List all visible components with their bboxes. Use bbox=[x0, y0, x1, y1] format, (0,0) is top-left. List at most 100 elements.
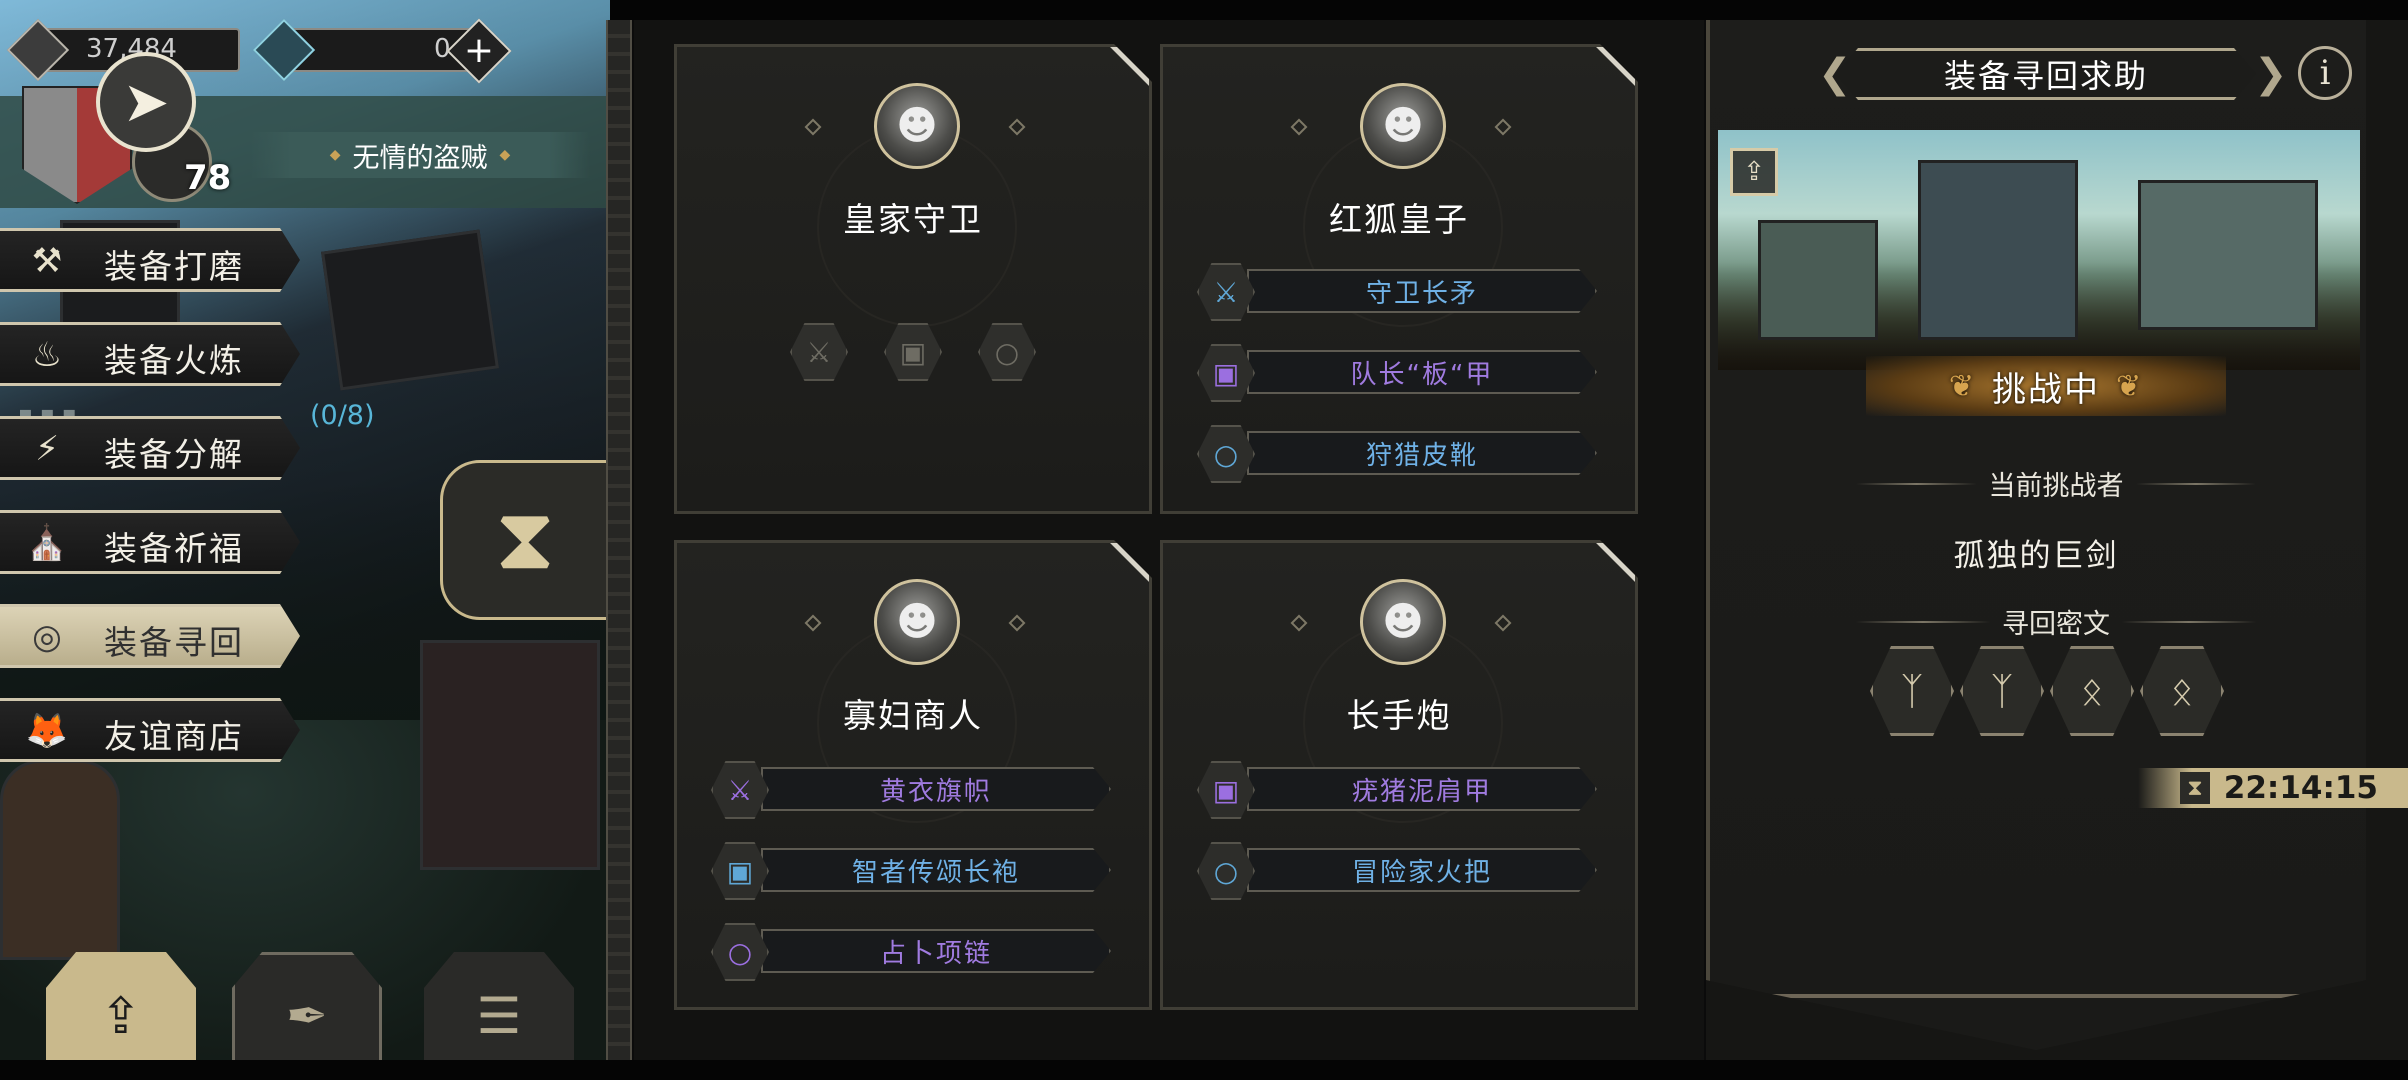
menu-item-label: 装备分解 bbox=[104, 435, 244, 474]
event-button[interactable]: ⧗ bbox=[440, 460, 610, 620]
list-item[interactable]: ○ 狩猎皮靴 bbox=[1197, 425, 1597, 483]
boss-card[interactable]: ☻ 长手炮 ▣ 疣猪泥肩甲 ○ 冒险家火把 bbox=[1160, 540, 1638, 1010]
item-list: ▣ 疣猪泥肩甲 ○ 冒险家火把 bbox=[1197, 761, 1597, 927]
player-title: 无情的盗贼 bbox=[250, 132, 590, 178]
sword-icon: ⚔ bbox=[711, 761, 769, 819]
stage-image[interactable] bbox=[1718, 130, 2360, 370]
list-item[interactable]: ⚔ 守卫长矛 bbox=[1197, 263, 1597, 321]
chevron-right-icon: ❯ bbox=[2254, 51, 2288, 97]
runes-heading-label: 寻回密文 bbox=[2002, 609, 2110, 640]
challenger-name: 孤独的巨剑 bbox=[1953, 538, 2119, 574]
menu-item-label: 装备打磨 bbox=[104, 247, 244, 286]
split-icon: ⚡ bbox=[35, 429, 59, 469]
rune-b-icon[interactable]: ᛟ bbox=[2140, 646, 2224, 736]
boss-name: 长手炮 bbox=[1346, 696, 1452, 735]
pray-icon: ⛪ bbox=[25, 523, 69, 563]
fox-icon: 🦊 bbox=[25, 711, 69, 751]
side-menu: ⚒ 装备打磨 ♨ 装备火炼 ⚡ 装备分解 ⛪ 装备祈福 ◎ 装备寻回 🦊 友谊商… bbox=[0, 228, 310, 792]
list-item[interactable]: ▣ 智者传颂长袍 bbox=[711, 842, 1111, 900]
sword-icon: ⚔ bbox=[1197, 263, 1255, 321]
boss-name: 红狐皇子 bbox=[1329, 200, 1469, 239]
retrieve-help-panel: ❮ 装备寻回求助 ❯ i ⇪ 挑战中 当前挑战者 孤独的巨剑 寻回密文 ᛉ ᛉ … bbox=[1706, 20, 2408, 1060]
countdown-value: 22:14:15 bbox=[2223, 770, 2378, 806]
fire-icon: ♨ bbox=[31, 335, 63, 375]
ring-icon: ○ bbox=[1197, 425, 1255, 483]
bottom-letterbox bbox=[0, 1060, 2408, 1080]
challenger-heading-label: 当前挑战者 bbox=[1988, 471, 2124, 502]
challenger-heading: 当前挑战者 bbox=[1856, 464, 2256, 503]
info-button[interactable]: i bbox=[2298, 46, 2352, 100]
scene-cart bbox=[420, 640, 600, 870]
menu-item-label: 装备火炼 bbox=[104, 341, 244, 380]
hammer-icon: ⚒ bbox=[31, 241, 63, 281]
item-list: ⚔ 黄衣旗帜 ▣ 智者传颂长袍 ○ 占卜项链 bbox=[711, 761, 1111, 1008]
panel-title: 装备寻回求助 bbox=[1836, 48, 2256, 100]
page-corner-icon bbox=[1101, 47, 1149, 95]
menu-item-label: 装备寻回 bbox=[104, 623, 244, 662]
boss-portrait: ☻ bbox=[874, 579, 960, 665]
sword-icon: ⚔ bbox=[790, 323, 848, 381]
challenge-status: 挑战中 bbox=[1866, 356, 2226, 416]
town-scene: 37,484 0 + 78 ➤ 无情的盗贼 ▪ ▪ ▪ ⚒ 装备打磨 ♨ 装备火… bbox=[0, 0, 610, 1080]
item-label: 冒险家火把 bbox=[1247, 848, 1597, 892]
item-label: 队长“板“甲 bbox=[1247, 350, 1597, 394]
rune-b-icon[interactable]: ᛟ bbox=[2050, 646, 2134, 736]
list-item[interactable]: ⚔ 黄衣旗帜 bbox=[711, 761, 1111, 819]
boss-card[interactable]: ☻ 寡妇商人 ⚔ 黄衣旗帜 ▣ 智者传颂长袍 ○ 占卜项链 bbox=[674, 540, 1152, 1010]
scene-hut bbox=[321, 229, 499, 391]
menu-item-forge[interactable]: ♨ 装备火炼 bbox=[0, 322, 310, 386]
boss-portrait: ☻ bbox=[1360, 83, 1446, 169]
menu-item-polish[interactable]: ⚒ 装备打磨 bbox=[0, 228, 310, 292]
menu-item-dismantle[interactable]: ⚡ 装备分解 bbox=[0, 416, 310, 480]
boss-card-grid: ☻ 皇家守卫 ⚔ ▣ ○ ☻ 红狐皇子 ⚔ 守卫长矛 ▣ 队长“板“甲 ○ 狩猎… bbox=[634, 20, 1704, 1060]
item-label: 守卫长矛 bbox=[1247, 269, 1597, 313]
armor-icon: ▣ bbox=[884, 323, 942, 381]
arrow-back-icon: ➤ bbox=[122, 69, 170, 135]
boss-card[interactable]: ☻ 红狐皇子 ⚔ 守卫长矛 ▣ 队长“板“甲 ○ 狩猎皮靴 bbox=[1160, 44, 1638, 514]
rune-list: ᛉ ᛉ ᛟ ᛟ bbox=[1870, 646, 2224, 736]
rune-a-icon[interactable]: ᛉ bbox=[1960, 646, 2044, 736]
panel-divider bbox=[606, 20, 632, 1060]
list-item[interactable]: ▣ 队长“板“甲 bbox=[1197, 344, 1597, 402]
menu-item-retrieve[interactable]: ◎ 装备寻回 bbox=[0, 604, 310, 668]
countdown-timer: ⧗ 22:14:15 bbox=[2138, 768, 2408, 808]
rune-a-icon[interactable]: ᛉ bbox=[1870, 646, 1954, 736]
ring-icon: ○ bbox=[1197, 842, 1255, 900]
hourglass-icon: ⧗ bbox=[494, 489, 556, 589]
item-label: 黄衣旗帜 bbox=[761, 767, 1111, 811]
armor-icon: ▣ bbox=[1197, 344, 1255, 402]
ring-icon: ○ bbox=[711, 923, 769, 981]
page-corner-icon bbox=[1101, 543, 1149, 591]
target-icon: ◎ bbox=[32, 617, 62, 657]
item-list: ⚔ 守卫长矛 ▣ 队长“板“甲 ○ 狩猎皮靴 bbox=[1197, 263, 1597, 510]
runes-heading: 寻回密文 bbox=[1856, 602, 2256, 641]
share-icon[interactable]: ⇪ bbox=[1730, 148, 1778, 196]
boss-name: 寡妇商人 bbox=[843, 696, 983, 735]
plus-icon: + bbox=[463, 30, 495, 71]
menu-item-shop[interactable]: 🦊 友谊商店 bbox=[0, 698, 310, 762]
dismantle-progress: (0/8) bbox=[310, 400, 375, 431]
boss-card[interactable]: ☻ 皇家守卫 ⚔ ▣ ○ bbox=[674, 44, 1152, 514]
item-label: 狩猎皮靴 bbox=[1247, 431, 1597, 475]
list-item[interactable]: ▣ 疣猪泥肩甲 bbox=[1197, 761, 1597, 819]
list-icon: ☰ bbox=[476, 987, 522, 1045]
player-level: 78 bbox=[184, 158, 232, 198]
menu-item-label: 友谊商店 bbox=[104, 717, 244, 756]
item-label: 疣猪泥肩甲 bbox=[1247, 767, 1597, 811]
item-label: 占卜项链 bbox=[761, 929, 1111, 973]
armor-icon: ▣ bbox=[711, 842, 769, 900]
menu-item-bless[interactable]: ⛪ 装备祈福 bbox=[0, 510, 310, 574]
boss-portrait: ☻ bbox=[1360, 579, 1446, 665]
boss-name: 皇家守卫 bbox=[843, 200, 983, 239]
empty-slots: ⚔ ▣ ○ bbox=[677, 323, 1149, 381]
boss-portrait: ☻ bbox=[874, 83, 960, 169]
item-label: 智者传颂长袍 bbox=[761, 848, 1111, 892]
hourglass-icon: ⧗ bbox=[2180, 772, 2210, 804]
list-item[interactable]: ○ 冒险家火把 bbox=[1197, 842, 1597, 900]
back-button[interactable]: ➤ bbox=[96, 52, 196, 152]
page-corner-icon bbox=[1587, 47, 1635, 95]
menu-item-label: 装备祈福 bbox=[104, 529, 244, 568]
ring-icon: ○ bbox=[978, 323, 1036, 381]
page-corner-icon bbox=[1587, 543, 1635, 591]
list-item[interactable]: ○ 占卜项链 bbox=[711, 923, 1111, 981]
